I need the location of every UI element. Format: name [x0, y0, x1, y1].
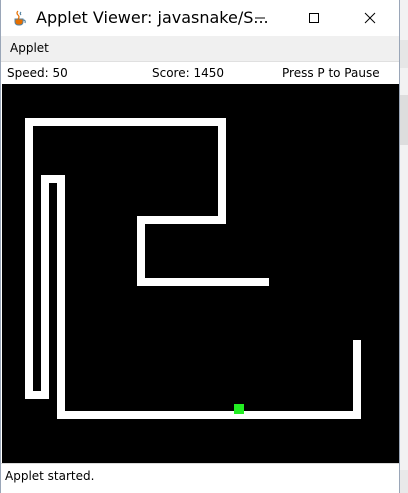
background-window-edge: [400, 0, 408, 493]
snake-body: [25, 118, 361, 419]
applet-status-text: Applet started.: [5, 469, 95, 483]
maximize-button[interactable]: [291, 0, 337, 36]
pause-hint-label: Press P to Pause: [282, 66, 380, 80]
food-pellet: [234, 404, 244, 414]
game-board[interactable]: [2, 84, 399, 463]
game-canvas: [25, 118, 361, 419]
java-cup-icon: [11, 9, 29, 27]
close-icon: [364, 9, 376, 28]
game-info-bar: Speed: 50 Score: 1450 Press P to Pause: [1, 62, 399, 84]
menu-bar: Applet: [1, 36, 399, 62]
speed-label: Speed: 50: [7, 66, 68, 80]
minimize-button[interactable]: [237, 0, 283, 36]
score-label: Score: 1450: [152, 66, 225, 80]
title-bar[interactable]: Applet Viewer: javasnake/S...: [1, 0, 399, 36]
close-button[interactable]: [347, 0, 393, 36]
applet-viewer-window: Applet Viewer: javasnake/S... Applet Spe…: [0, 0, 400, 493]
minimize-icon: [254, 9, 266, 28]
applet-status-bar: Applet started.: [1, 463, 399, 493]
menu-applet[interactable]: Applet: [10, 41, 49, 55]
maximize-icon: [308, 9, 320, 28]
window-title: Applet Viewer: javasnake/S...: [36, 8, 269, 27]
